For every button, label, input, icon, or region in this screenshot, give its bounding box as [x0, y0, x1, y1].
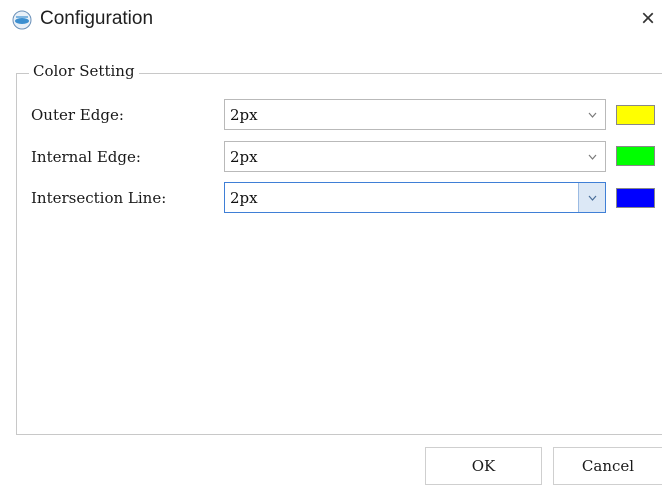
close-icon[interactable]: ×	[637, 6, 659, 32]
chevron-down-icon[interactable]	[579, 142, 605, 171]
window-title: Configuration	[40, 8, 154, 29]
outer-edge-select[interactable]: 2px	[224, 99, 606, 130]
chevron-down-icon[interactable]	[579, 100, 605, 129]
intersection-line-value: 2px	[230, 189, 258, 207]
intersection-line-label: Intersection Line:	[31, 189, 167, 207]
intersection-line-color-swatch[interactable]	[616, 188, 655, 208]
intersection-line-select[interactable]: 2px	[224, 182, 606, 213]
outer-edge-label: Outer Edge:	[31, 106, 124, 124]
group-title: Color Setting	[29, 62, 139, 80]
cancel-button[interactable]: Cancel	[553, 447, 662, 485]
internal-edge-color-swatch[interactable]	[616, 146, 655, 166]
app-logo-icon	[12, 10, 32, 30]
outer-edge-color-swatch[interactable]	[616, 105, 655, 125]
internal-edge-value: 2px	[230, 148, 258, 166]
internal-edge-select[interactable]: 2px	[224, 141, 606, 172]
chevron-down-icon[interactable]	[578, 183, 605, 212]
ok-button[interactable]: OK	[425, 447, 542, 485]
outer-edge-value: 2px	[230, 106, 258, 124]
internal-edge-label: Internal Edge:	[31, 148, 141, 166]
title-bar: Configuration ×	[0, 0, 662, 40]
